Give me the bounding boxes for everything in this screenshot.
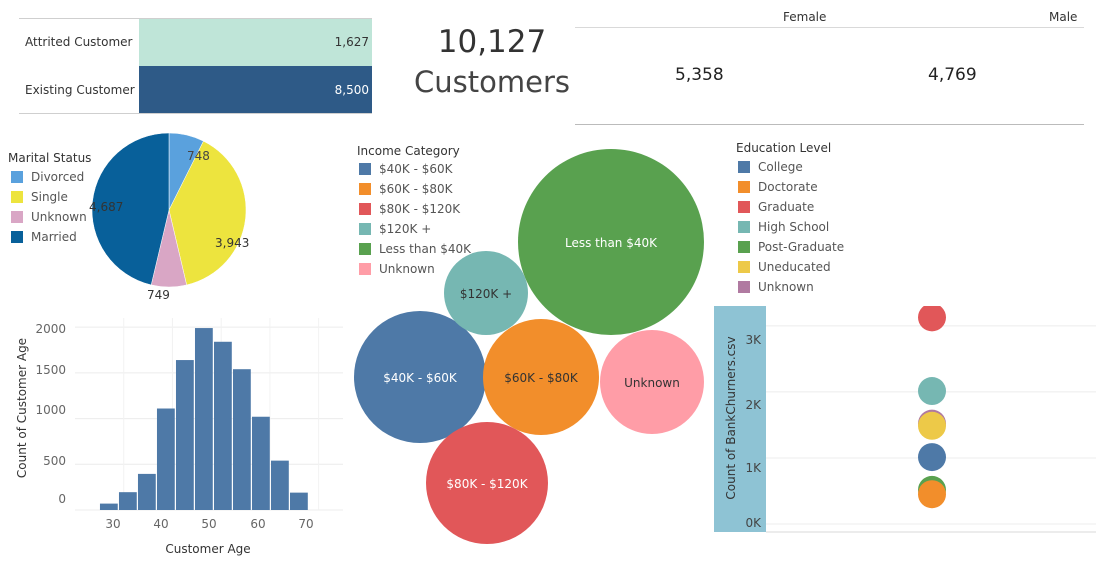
strip-dot[interactable]	[918, 480, 946, 509]
hist-bar[interactable]	[194, 328, 213, 510]
education-swatch	[738, 281, 750, 293]
strip-dot[interactable]	[918, 306, 946, 332]
hist-bar[interactable]	[271, 460, 289, 510]
education-count-chart: 3K 2K 1K 0K Count of BankChurners.csv	[724, 306, 1096, 533]
age-histogram: 2000 1500 1000 500 0 30 40 50 60 70 Cust…	[15, 318, 343, 556]
status-value-existing: 8,500	[334, 83, 369, 97]
gender-panel: Female Male 5,358 4,769	[575, 0, 1084, 126]
income-bubble-chart: Less than $40K $40K - $60K $80K - $120K …	[354, 149, 704, 544]
status-bars: Attrited Customer 1,627 Existing Custome…	[19, 18, 372, 114]
education-legend-college[interactable]: College	[738, 160, 803, 174]
status-bars-bottom-rule	[19, 113, 372, 114]
education-swatch	[738, 261, 750, 273]
education-legend-graduate[interactable]: Graduate	[738, 200, 814, 214]
pie-label-unknown: 749	[147, 288, 170, 302]
hist-x-tick: 70	[298, 517, 313, 531]
education-legend-label: Graduate	[758, 200, 815, 214]
education-legend-label: Unknown	[758, 280, 814, 294]
hist-x-tick: 30	[105, 517, 120, 531]
education-legend-label: Doctorate	[758, 180, 818, 194]
pie-label-single: 3,943	[215, 236, 249, 250]
education-legend-label: Post-Graduate	[758, 240, 845, 254]
education-legend-unknown[interactable]: Unknown	[738, 280, 814, 294]
hist-bar[interactable]	[232, 369, 251, 510]
strip-y-tick: 2K	[745, 398, 762, 412]
kpi-label: Customers	[414, 65, 570, 99]
hist-y-axis-label: Count of Customer Age	[15, 338, 29, 478]
hist-y-tick: 1500	[35, 363, 66, 377]
hist-y-tick: 2000	[35, 322, 66, 336]
status-value-attrited: 1,627	[334, 35, 369, 49]
strip-y-axis-label: Count of BankChurners.csv	[724, 336, 738, 499]
gender-female-header: Female	[783, 10, 827, 24]
strip-dot[interactable]	[918, 443, 946, 472]
gender-female-value: 5,358	[675, 65, 724, 85]
hist-bar[interactable]	[175, 360, 194, 510]
strip-y-tick: 0K	[745, 516, 762, 530]
status-label-attrited: Attrited Customer	[25, 35, 133, 49]
gender-header-rule	[575, 27, 1084, 28]
strip-dot[interactable]	[918, 411, 946, 440]
hist-x-axis-label: Customer Age	[165, 542, 250, 556]
hist-y-tick: 0	[58, 492, 66, 506]
hist-bar[interactable]	[99, 503, 118, 510]
education-legend-uneducated[interactable]: Uneducated	[738, 260, 831, 274]
strip-dots	[918, 306, 946, 509]
gender-male-value: 4,769	[928, 65, 977, 85]
education-legend-label: Uneducated	[758, 260, 831, 274]
bubble-label-120k-plus: $120K +	[460, 287, 512, 301]
hist-bar[interactable]	[156, 408, 175, 510]
bubble-label-80k-120k: $80K - $120K	[446, 477, 528, 491]
education-swatch	[738, 181, 750, 193]
pie-label-married: 4,687	[89, 200, 123, 214]
bubble-label-60k-80k: $60K - $80K	[504, 371, 579, 385]
education-legend-label: High School	[758, 220, 830, 234]
hist-x-tick: 50	[201, 517, 216, 531]
hist-y-tick: 1000	[35, 403, 66, 417]
hist-bar[interactable]	[290, 492, 308, 510]
strip-dot[interactable]	[918, 377, 946, 406]
education-legend-title: Education Level	[736, 141, 832, 155]
kpi-number: 10,127	[437, 24, 547, 60]
education-swatch	[738, 221, 750, 233]
hist-y-tick: 500	[43, 454, 66, 468]
status-label-existing: Existing Customer	[25, 83, 135, 97]
bubble-label-40k-60k: $40K - $60K	[383, 371, 458, 385]
strip-y-tick: 1K	[745, 461, 762, 475]
gender-bottom-rule	[575, 124, 1084, 125]
hist-bar[interactable]	[137, 473, 156, 510]
hist-x-tick: 40	[153, 517, 168, 531]
education-swatch	[738, 201, 750, 213]
education-legend-post-graduate[interactable]: Post-Graduate	[738, 240, 844, 254]
education-legend-high-school[interactable]: High School	[738, 220, 829, 234]
hist-bar[interactable]	[251, 416, 270, 510]
pie-label-divorced: 748	[187, 149, 210, 163]
gender-male-header: Male	[1049, 10, 1078, 24]
education-legend-label: College	[758, 160, 803, 174]
hist-x-tick: 60	[250, 517, 265, 531]
education-swatch	[738, 161, 750, 173]
hist-bar[interactable]	[213, 341, 232, 510]
strip-y-tick: 3K	[745, 333, 762, 347]
education-legend-doctorate[interactable]: Doctorate	[738, 180, 818, 194]
education-swatch	[738, 241, 750, 253]
hist-bar[interactable]	[118, 492, 137, 510]
bubble-label-less-than-40k: Less than $40K	[565, 236, 658, 250]
marital-pie-chart: 748 3,943 749 4,687	[89, 132, 249, 302]
bubble-label-unknown: Unknown	[624, 376, 680, 390]
